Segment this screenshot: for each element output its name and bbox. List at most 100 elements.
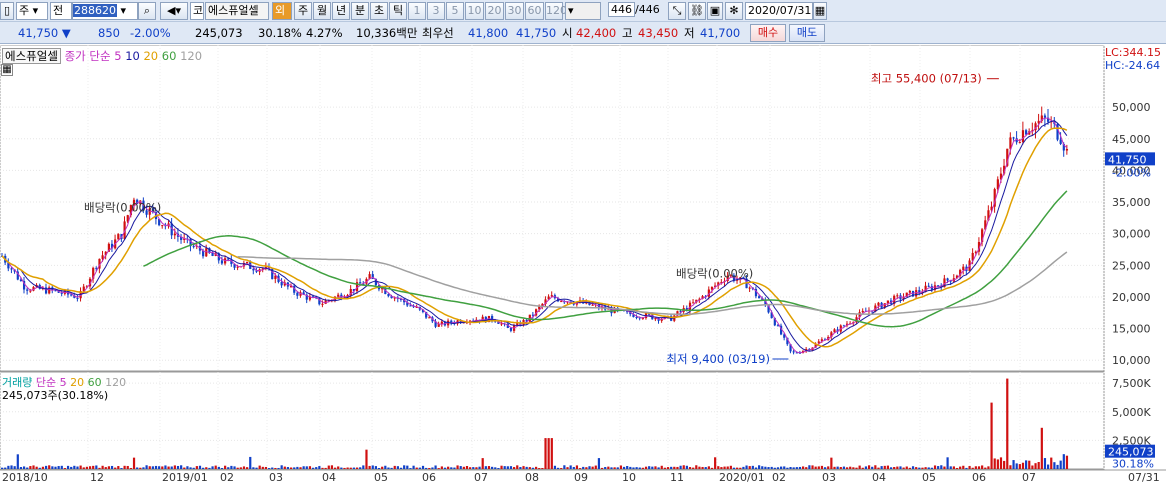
x-tick-label: 2019/01: [162, 471, 208, 482]
volume-bar: [959, 466, 962, 469]
volume-bar: [761, 466, 764, 469]
interval-1[interactable]: 1: [408, 2, 426, 20]
chart-icon[interactable]: ▯: [0, 2, 14, 20]
volume-bar: [977, 466, 981, 469]
volume-bar: [811, 465, 814, 469]
volume-bar: [421, 465, 425, 469]
volume-bar: [246, 467, 249, 469]
buy-button[interactable]: 매수: [750, 24, 786, 42]
volume-bar: [396, 466, 399, 469]
interval-60[interactable]: 60: [525, 2, 544, 20]
volume-bar: [889, 467, 893, 469]
volume-bar: [528, 467, 531, 469]
legend-ma20: 20: [143, 49, 159, 63]
link-icon[interactable]: ⛓: [688, 2, 706, 20]
volume-bar: [1012, 460, 1015, 469]
speaker-icon[interactable]: ◀▾: [160, 2, 188, 20]
volume-bar: [1059, 460, 1062, 469]
x-tick-label: 2018/10: [2, 471, 48, 482]
gear-icon[interactable]: ✻: [725, 2, 743, 20]
period-year[interactable]: 년: [332, 2, 350, 20]
sell-button[interactable]: 매도: [789, 24, 825, 42]
volume-bar: [387, 467, 390, 469]
volume-bar: [374, 466, 377, 469]
custom-interval[interactable]: ▾: [565, 2, 601, 20]
volume-bar: [324, 467, 327, 469]
period-second[interactable]: 초: [370, 2, 388, 20]
x-tick-label: 06: [422, 471, 436, 482]
interval-30[interactable]: 30: [505, 2, 524, 20]
volume-bar: [560, 468, 563, 469]
date-input[interactable]: 2020/07/31: [745, 2, 813, 20]
code-input[interactable]: 288620 ▾: [72, 2, 138, 20]
interval-3[interactable]: 3: [427, 2, 445, 20]
candle-body: [915, 290, 918, 297]
volume-bar: [1025, 460, 1028, 469]
volume-bar: [406, 465, 409, 469]
volume-bar: [899, 466, 902, 469]
volume-bar: [29, 466, 32, 469]
x-tick-label: 2020/01: [719, 471, 765, 482]
volume-bar: [145, 465, 148, 469]
volume-bar: [365, 449, 368, 469]
volume-bar: [343, 467, 346, 469]
stock-chart[interactable]: 50,00045,00040,00035,00030,00025,00020,0…: [0, 45, 1166, 482]
volume-bar: [921, 467, 924, 469]
period-week[interactable]: 주: [294, 2, 312, 20]
volume-bar: [484, 466, 487, 469]
volume-bar: [22, 466, 26, 469]
interval-5[interactable]: 5: [446, 2, 464, 20]
volume-bar: [148, 466, 151, 469]
volume-bar: [971, 467, 974, 469]
candle-body: [44, 287, 48, 294]
volume-bar: [132, 457, 136, 469]
candle-body: [550, 295, 553, 297]
volume-bar: [937, 466, 940, 469]
interval-120[interactable]: 120: [545, 2, 567, 20]
volume-bar: [142, 467, 145, 469]
x-tick-label: 02: [772, 471, 786, 482]
volume-bar: [789, 467, 792, 469]
volume-bar: [720, 467, 723, 469]
volume-bar: [726, 466, 729, 469]
volume-bar: [66, 465, 70, 469]
volume-bar: [333, 467, 337, 469]
market-select[interactable]: 전: [50, 2, 72, 20]
volume-bar: [60, 465, 63, 469]
search-icon[interactable]: ⌕: [138, 2, 156, 20]
volume-bar: [607, 466, 610, 469]
volume-bar: [327, 465, 330, 469]
volume-bar: [984, 467, 987, 469]
save-icon[interactable]: ▣: [707, 2, 723, 20]
volume-bar: [230, 465, 233, 469]
calendar-icon[interactable]: ▦: [813, 2, 827, 20]
volume-bar: [1034, 463, 1037, 469]
volume-bar: [792, 467, 795, 469]
candle-body: [509, 327, 513, 331]
period-unit-select[interactable]: 주 ▾: [16, 2, 48, 20]
price-tick-label: 45,000: [1112, 133, 1151, 146]
volume-bar: [409, 468, 412, 469]
volume-bar: [688, 467, 692, 469]
volume-bar: [428, 467, 431, 469]
volume-bar: [412, 465, 415, 469]
period-tick[interactable]: 틱: [389, 2, 407, 20]
volume-bar: [117, 466, 120, 469]
interval-10[interactable]: 10: [465, 2, 484, 20]
volume-bar: [842, 466, 846, 469]
dividend-annotation-2: 배당락(0.00%): [676, 266, 753, 280]
legend-stock-name[interactable]: 에스퓨얼셀: [2, 48, 61, 64]
volume-bar: [783, 466, 786, 469]
interval-20[interactable]: 20: [485, 2, 504, 20]
grid-icon[interactable]: ▦: [1, 64, 13, 76]
volume-bar: [208, 467, 211, 469]
period-minute[interactable]: 분: [351, 2, 369, 20]
volume-bar: [893, 467, 896, 469]
volume-bar: [302, 466, 305, 469]
volume-bar: [736, 467, 739, 469]
candle-body: [161, 225, 164, 227]
volume-bar: [472, 467, 475, 469]
zoom-icon[interactable]: ⤡: [668, 2, 686, 20]
period-month[interactable]: 월: [313, 2, 331, 20]
volume-bar: [871, 466, 874, 469]
